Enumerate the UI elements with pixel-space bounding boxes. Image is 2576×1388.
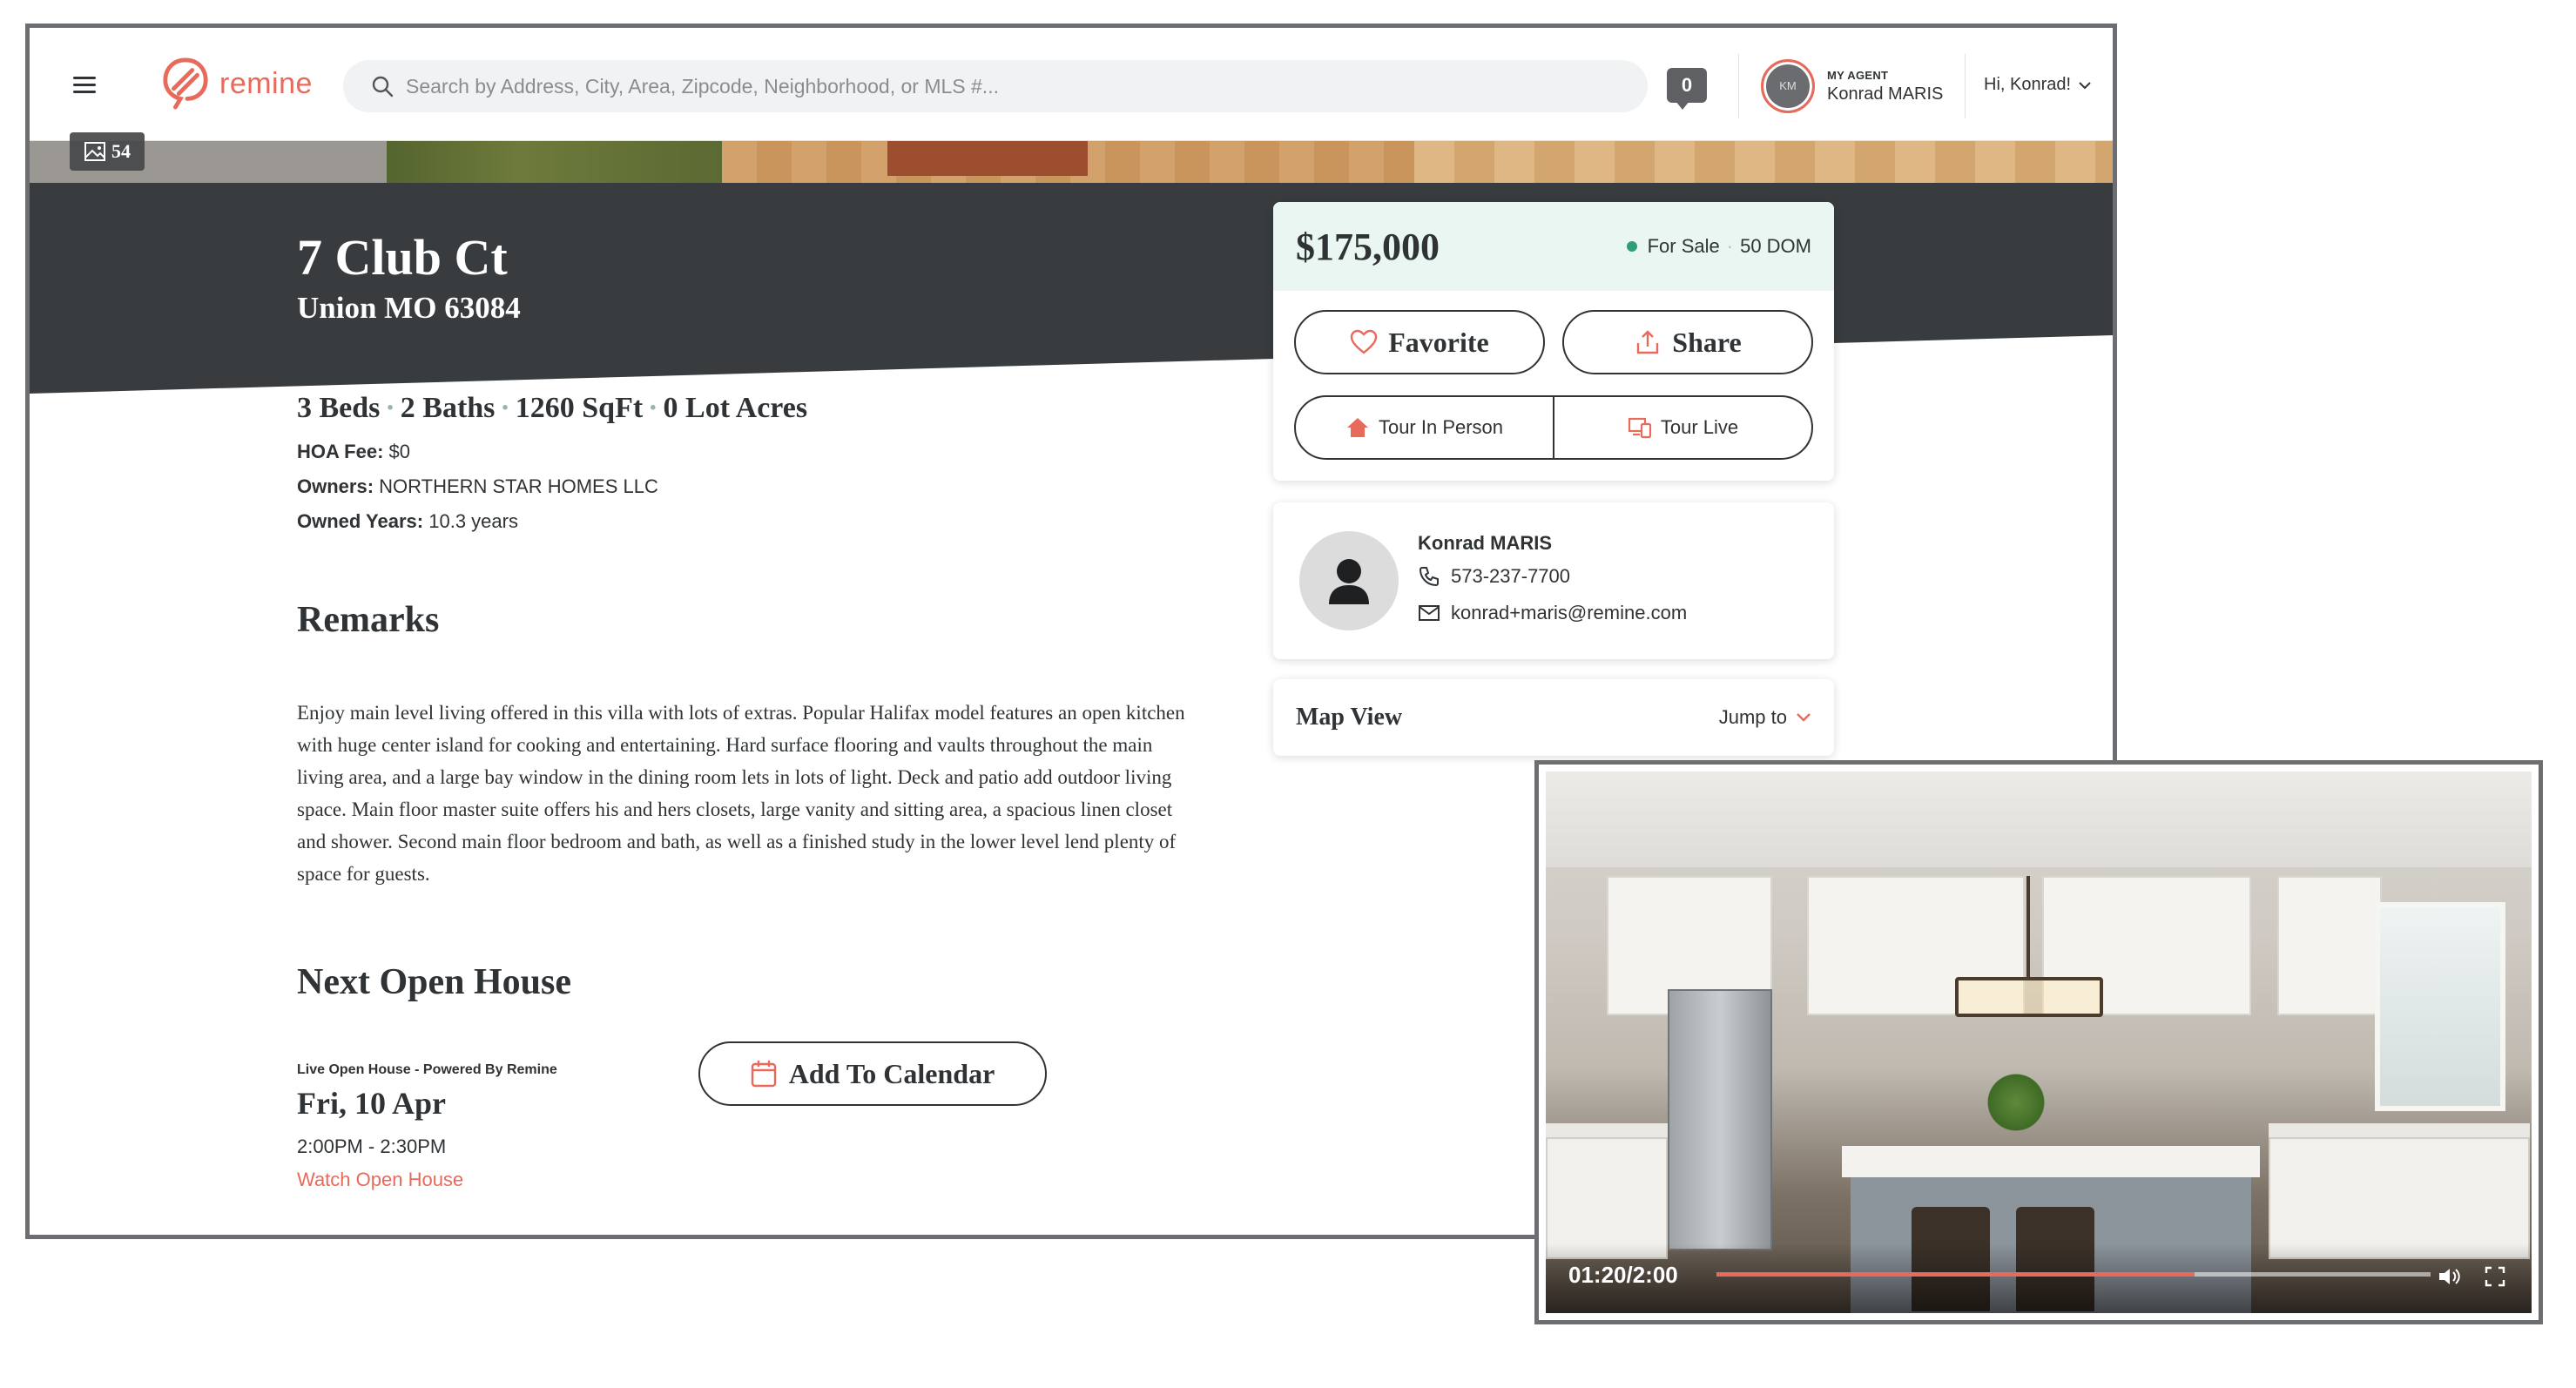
agent-card: Konrad MARIS 573-237-7700 konrad+maris@r… xyxy=(1273,502,1834,659)
brand-logo[interactable]: remine xyxy=(160,56,313,111)
remarks-text: Enjoy main level living offered in this … xyxy=(297,702,1185,885)
lot-acres: 0 Lot Acres xyxy=(663,392,808,424)
favorite-button[interactable]: Favorite xyxy=(1294,310,1545,374)
owners: Owners: NORTHERN STAR HOMES LLC xyxy=(297,475,658,498)
my-agent-label: MY AGENT xyxy=(1827,68,1889,82)
home-icon xyxy=(1346,418,1368,437)
agent-name: Konrad MARIS xyxy=(1418,532,1552,554)
add-to-calendar-button[interactable]: Add To Calendar xyxy=(698,1041,1047,1106)
divider xyxy=(1965,54,1966,118)
open-house-date: Fri, 10 Apr xyxy=(297,1086,446,1121)
my-agent-widget[interactable]: KM MY AGENT Konrad MARIS xyxy=(1761,59,1943,113)
status-text: For Sale xyxy=(1647,235,1720,257)
search-bar[interactable] xyxy=(343,60,1648,112)
open-house-subtitle: Live Open House - Powered By Remine xyxy=(297,1062,557,1077)
beds: 3 Beds xyxy=(297,392,381,424)
tour-in-person-button[interactable]: Tour In Person xyxy=(1296,397,1553,458)
owners-label: Owners: xyxy=(297,475,374,497)
owned-years: Owned Years: 10.3 years xyxy=(297,510,518,533)
agent-phone[interactable]: 573-237-7700 xyxy=(1418,565,1570,588)
agent-email[interactable]: konrad+maris@remine.com xyxy=(1418,602,1687,624)
person-icon xyxy=(1329,559,1369,604)
status-dot-icon xyxy=(1626,241,1637,252)
brand-name: remine xyxy=(219,66,313,100)
gallery-photo[interactable] xyxy=(387,141,722,183)
jump-to-dropdown[interactable]: Jump to xyxy=(1719,706,1811,729)
favorite-label: Favorite xyxy=(1388,326,1489,358)
open-house-time: 2:00PM - 2:30PM xyxy=(297,1135,447,1157)
price-card: $175,000 For Sale · 50 DOM Favorite Shar… xyxy=(1273,202,1834,481)
photo-count: 54 xyxy=(111,140,131,162)
video-progress-bar[interactable] xyxy=(1716,1272,2431,1277)
volume-icon[interactable] xyxy=(2438,1266,2462,1287)
jump-to-label: Jump to xyxy=(1718,706,1787,728)
hoa-fee: HOA Fee: $0 xyxy=(297,441,410,463)
tour-live-button[interactable]: Tour Live xyxy=(1553,397,1811,458)
chevron-down-icon xyxy=(2079,81,2091,89)
video-time: 01:20/2:00 xyxy=(1568,1262,1678,1288)
divider xyxy=(1738,54,1739,118)
owned-years-value: 10.3 years xyxy=(428,510,518,532)
agent-avatar xyxy=(1299,531,1399,630)
open-house-heading: Next Open House xyxy=(297,962,571,1002)
gallery-photo[interactable] xyxy=(722,141,1414,183)
top-nav-bar: remine 0 KM MY AGENT Konrad MARIS Hi, Ko… xyxy=(30,28,2113,141)
agent-email-address: konrad+maris@remine.com xyxy=(1451,602,1688,623)
status-separator: · xyxy=(1726,235,1734,257)
share-icon xyxy=(1637,330,1659,354)
add-to-calendar-label: Add To Calendar xyxy=(788,1057,995,1089)
remarks-heading: Remarks xyxy=(297,600,440,640)
video-frame-kitchen[interactable]: 01:20/2:00 xyxy=(1546,771,2532,1313)
watch-open-house-link[interactable]: Watch Open House xyxy=(297,1169,463,1191)
fullscreen-icon[interactable] xyxy=(2485,1266,2505,1287)
image-icon xyxy=(84,142,105,161)
devices-icon xyxy=(1628,417,1651,439)
video-controls xyxy=(1546,1243,2532,1313)
video-player[interactable]: 01:20/2:00 xyxy=(1534,760,2543,1324)
address-street: 7 Club Ct xyxy=(297,229,508,286)
phone-icon xyxy=(1419,567,1439,587)
owned-years-label: Owned Years: xyxy=(297,510,424,532)
user-greeting: Hi, Konrad! xyxy=(1984,75,2072,94)
my-agent-name: Konrad MARIS xyxy=(1827,84,1944,104)
remine-logo-icon xyxy=(163,57,208,110)
chevron-down-icon xyxy=(1797,713,1811,722)
tour-live-label: Tour Live xyxy=(1660,416,1739,438)
owners-value: NORTHERN STAR HOMES LLC xyxy=(379,475,658,497)
hoa-label: HOA Fee: xyxy=(297,441,384,462)
property-facts: 3 Beds · 2 Baths · 1260 SqFt · 0 Lot Acres xyxy=(297,392,807,425)
share-button[interactable]: Share xyxy=(1562,310,1813,374)
agent-phone-number: 573-237-7700 xyxy=(1451,565,1571,587)
hoa-value: $0 xyxy=(388,441,411,462)
notification-count: 0 xyxy=(1667,68,1707,103)
photo-gallery-strip[interactable] xyxy=(30,141,2113,183)
baths: 2 Baths xyxy=(400,392,496,424)
search-input[interactable] xyxy=(406,74,1608,98)
gallery-photo[interactable] xyxy=(1414,141,2113,183)
listing-status: For Sale · 50 DOM xyxy=(1626,235,1811,258)
menu-icon[interactable] xyxy=(73,77,96,94)
mail-icon xyxy=(1419,605,1440,621)
price-header: $175,000 For Sale · 50 DOM xyxy=(1273,202,1834,291)
calendar-icon xyxy=(751,1061,776,1088)
map-view-title: Map View xyxy=(1296,704,1403,731)
search-icon xyxy=(372,76,394,98)
heart-icon xyxy=(1351,329,1378,354)
user-menu[interactable]: Hi, Konrad! xyxy=(1984,75,2092,95)
days-on-market: 50 DOM xyxy=(1740,235,1811,257)
photo-count-badge[interactable]: 54 xyxy=(70,132,145,171)
sqft: 1260 SqFt xyxy=(515,392,644,424)
fact-separator: · xyxy=(648,392,658,424)
video-progress-fill xyxy=(1716,1272,2195,1277)
chat-bubble-icon xyxy=(1676,101,1689,110)
share-label: Share xyxy=(1672,326,1742,358)
fact-separator: · xyxy=(500,392,510,424)
notifications-button[interactable]: 0 xyxy=(1667,68,1710,113)
address-city: Union MO 63084 xyxy=(297,291,521,325)
tour-in-person-label: Tour In Person xyxy=(1378,416,1504,438)
listing-price: $175,000 xyxy=(1296,225,1440,268)
agent-avatar: KM xyxy=(1761,59,1815,113)
fact-separator: · xyxy=(385,392,395,424)
map-view-card[interactable]: Map View Jump to xyxy=(1273,679,1834,756)
